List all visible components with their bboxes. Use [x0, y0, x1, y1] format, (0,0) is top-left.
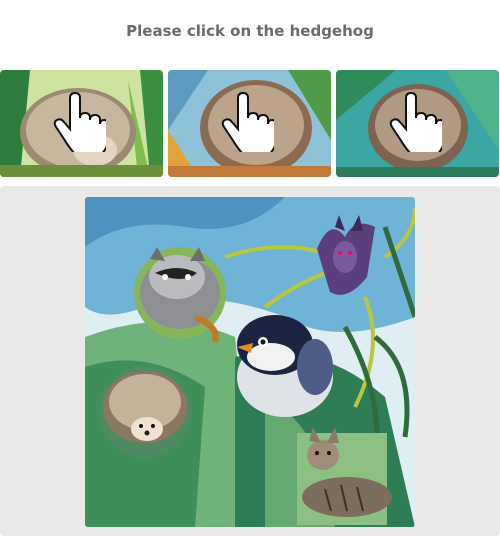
animal-hedgehog[interactable]: [99, 366, 191, 458]
puzzle-panel: [0, 186, 500, 536]
pointer-hand-icon: [53, 92, 106, 152]
example-image-2: [168, 70, 331, 177]
example-image-1: [0, 70, 163, 177]
puzzle-image[interactable]: [85, 197, 415, 527]
pointer-hand-icon: [389, 92, 442, 152]
pointer-hand-icon: [221, 92, 274, 152]
animal-cat[interactable]: [297, 427, 392, 525]
example-images: [0, 70, 500, 177]
example-image-3: [336, 70, 499, 177]
captcha-instruction: Please click on the hedgehog: [126, 22, 374, 40]
